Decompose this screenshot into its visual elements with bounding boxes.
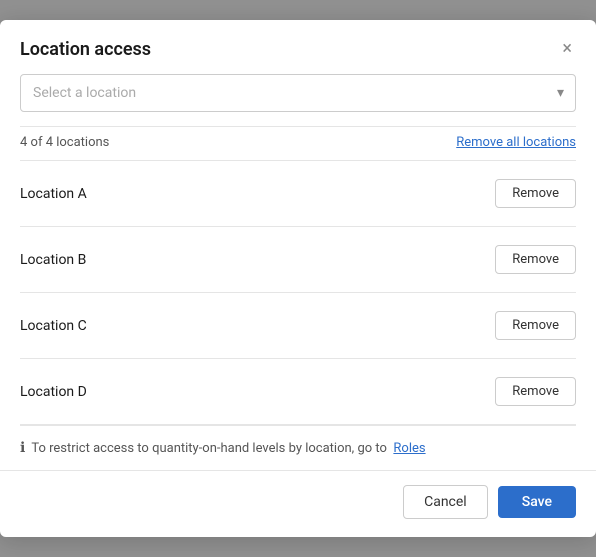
list-item: Location A Remove (20, 161, 576, 227)
info-icon: ℹ (20, 440, 25, 456)
modal-title: Location access (20, 39, 151, 60)
list-item: Location D Remove (20, 359, 576, 425)
info-bar: ℹ To restrict access to quantity-on-hand… (20, 425, 576, 470)
modal-overlay: Location access × Select a location ▾ 4 … (0, 0, 596, 557)
locations-meta: 4 of 4 locations Remove all locations (20, 126, 576, 160)
remove-location-button[interactable]: Remove (495, 377, 576, 406)
modal-body: Select a location ▾ 4 of 4 locations Rem… (0, 74, 596, 470)
location-name: Location D (20, 384, 87, 400)
cancel-button[interactable]: Cancel (403, 485, 488, 519)
remove-location-button[interactable]: Remove (495, 245, 576, 274)
modal-header: Location access × (0, 20, 596, 74)
save-button[interactable]: Save (498, 486, 576, 518)
list-item: Location B Remove (20, 227, 576, 293)
roles-link[interactable]: Roles (393, 441, 425, 456)
remove-location-button[interactable]: Remove (495, 179, 576, 208)
modal-footer: Cancel Save (0, 470, 596, 537)
modal-dialog: Location access × Select a location ▾ 4 … (0, 20, 596, 537)
location-select[interactable]: Select a location (20, 74, 576, 112)
location-name: Location A (20, 186, 87, 202)
locations-list: Location ARemoveLocation BRemoveLocation… (20, 160, 576, 425)
list-item: Location C Remove (20, 293, 576, 359)
locations-count: 4 of 4 locations (20, 135, 109, 150)
info-text: To restrict access to quantity-on-hand l… (31, 441, 425, 456)
location-name: Location C (20, 318, 87, 334)
location-select-wrapper: Select a location ▾ (20, 74, 576, 112)
remove-location-button[interactable]: Remove (495, 311, 576, 340)
location-name: Location B (20, 252, 86, 268)
close-button[interactable]: × (558, 38, 576, 60)
remove-all-button[interactable]: Remove all locations (456, 135, 576, 150)
